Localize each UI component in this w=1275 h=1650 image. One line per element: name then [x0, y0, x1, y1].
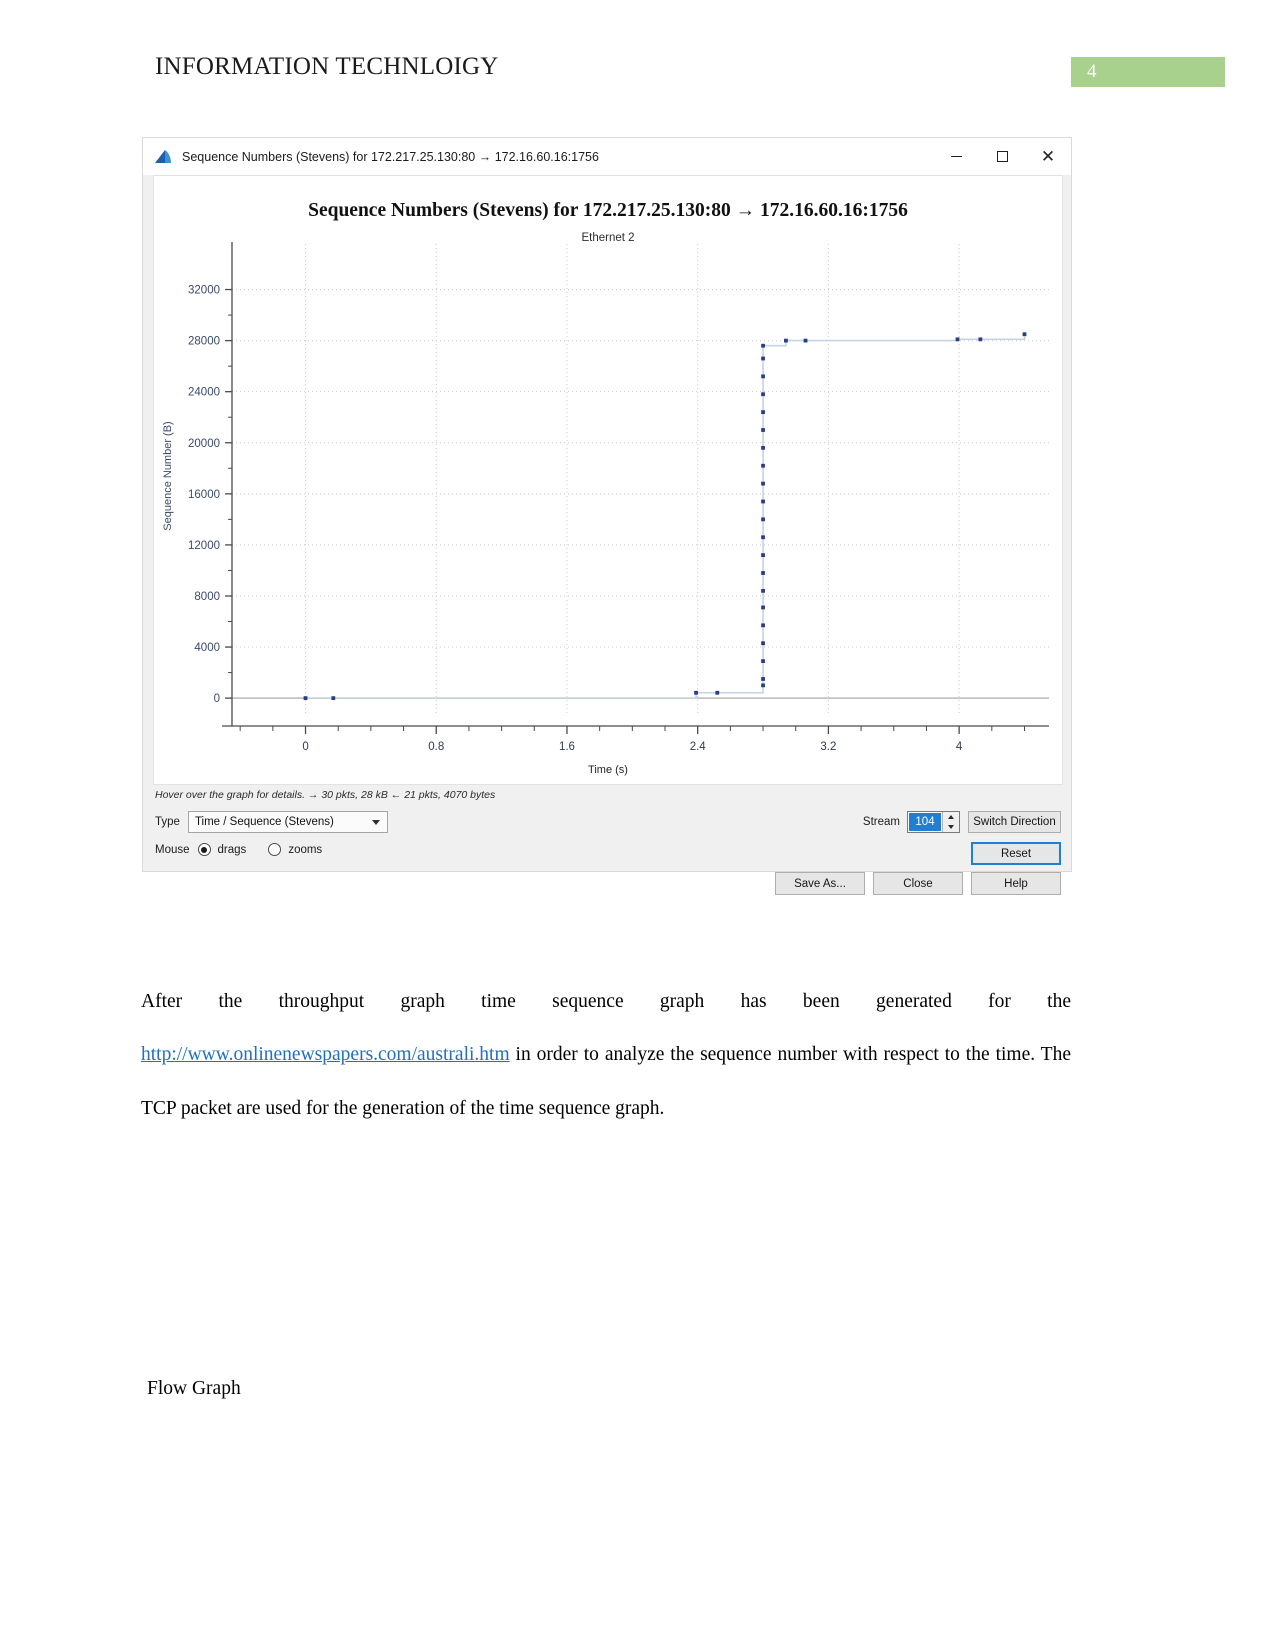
- mouse-zooms-radio[interactable]: zooms: [268, 843, 322, 856]
- page-number-badge: 4: [1071, 57, 1225, 87]
- stepper-buttons[interactable]: [942, 812, 959, 832]
- source-link[interactable]: http://www.onlinenewspapers.com/australi…: [141, 1044, 510, 1065]
- graph-type-select[interactable]: Time / Sequence (Stevens): [187, 811, 388, 833]
- svg-text:4000: 4000: [194, 642, 220, 654]
- svg-text:2.4: 2.4: [690, 741, 707, 753]
- svg-text:0: 0: [302, 741, 308, 753]
- svg-text:16000: 16000: [188, 489, 220, 501]
- svg-text:0: 0: [214, 693, 220, 705]
- svg-text:4: 4: [956, 741, 963, 753]
- mouse-drags-radio[interactable]: drags: [197, 843, 247, 856]
- paragraph-part-1: After the throughput graph time sequence…: [141, 990, 1071, 1012]
- chart-controls-panel: Hover over the graph for details. → 30 p…: [143, 785, 1071, 895]
- switch-direction-button[interactable]: Switch Direction: [968, 811, 1061, 833]
- svg-text:0.8: 0.8: [428, 741, 444, 753]
- stream-value[interactable]: 104: [909, 813, 941, 831]
- body-paragraph: After the throughput graph time sequence…: [141, 975, 1071, 1136]
- chart-plot-area[interactable]: Sequence Numbers (Stevens) for 172.217.2…: [153, 175, 1063, 785]
- svg-text:24000: 24000: [188, 387, 220, 399]
- hover-details-text: Hover over the graph for details. → 30 p…: [155, 789, 496, 801]
- svg-text:32000: 32000: [188, 285, 220, 297]
- reset-button[interactable]: Reset: [971, 842, 1061, 865]
- chart-canvas: 0 4000 8000 12000 16000 20000 24000 28000 32000 0…: [188, 242, 1049, 753]
- svg-text:20000: 20000: [188, 438, 220, 450]
- type-row: Type Time / Sequence (Stevens): [155, 811, 388, 833]
- svg-text:1.6: 1.6: [559, 741, 575, 753]
- wireshark-window: Sequence Numbers (Stevens) for 172.217.2…: [142, 137, 1072, 895]
- stream-row: Stream 104 Switch Direction: [863, 811, 1061, 833]
- graph-type-value: Time / Sequence (Stevens): [194, 816, 334, 828]
- mouse-mode-row: Mouse drags zooms: [155, 843, 344, 856]
- dialog-buttons-row: Save As... Close Help: [775, 872, 1061, 895]
- minimize-icon[interactable]: [933, 138, 979, 175]
- type-label: Type: [155, 816, 180, 828]
- flow-graph-caption: Flow Graph: [147, 1378, 241, 1399]
- stream-label: Stream: [862, 816, 900, 828]
- radio-zooms-indicator: [268, 843, 282, 856]
- window-controls: ✕: [933, 138, 1071, 175]
- svg-text:8000: 8000: [194, 591, 220, 603]
- close-icon[interactable]: ✕: [1025, 138, 1071, 175]
- mouse-zooms-label: zooms: [288, 843, 323, 856]
- save-as-button[interactable]: Save As...: [775, 872, 865, 895]
- mouse-drags-label: drags: [217, 843, 247, 856]
- svg-text:12000: 12000: [188, 540, 220, 552]
- window-titlebar: Sequence Numbers (Stevens) for 172.217.2…: [143, 138, 1071, 175]
- chevron-down-icon: [371, 820, 380, 825]
- help-button[interactable]: Help: [971, 872, 1061, 895]
- page-title: INFORMATION TECHNLOIGY: [155, 53, 499, 80]
- svg-text:3.2: 3.2: [820, 741, 836, 753]
- stepper-down-icon[interactable]: [943, 822, 959, 832]
- stream-number-stepper[interactable]: 104: [907, 811, 960, 833]
- stepper-up-icon[interactable]: [943, 812, 959, 822]
- close-button[interactable]: Close: [873, 872, 963, 895]
- svg-text:28000: 28000: [188, 336, 220, 348]
- radio-drags-indicator: [197, 843, 211, 856]
- document-header: INFORMATION TECHNLOIGY 4: [0, 0, 1275, 110]
- window-title: Sequence Numbers (Stevens) for 172.217.2…: [182, 149, 599, 164]
- maximize-icon[interactable]: [979, 138, 1025, 175]
- wireshark-fin-icon: [153, 149, 173, 165]
- mouse-label: Mouse: [155, 843, 190, 856]
